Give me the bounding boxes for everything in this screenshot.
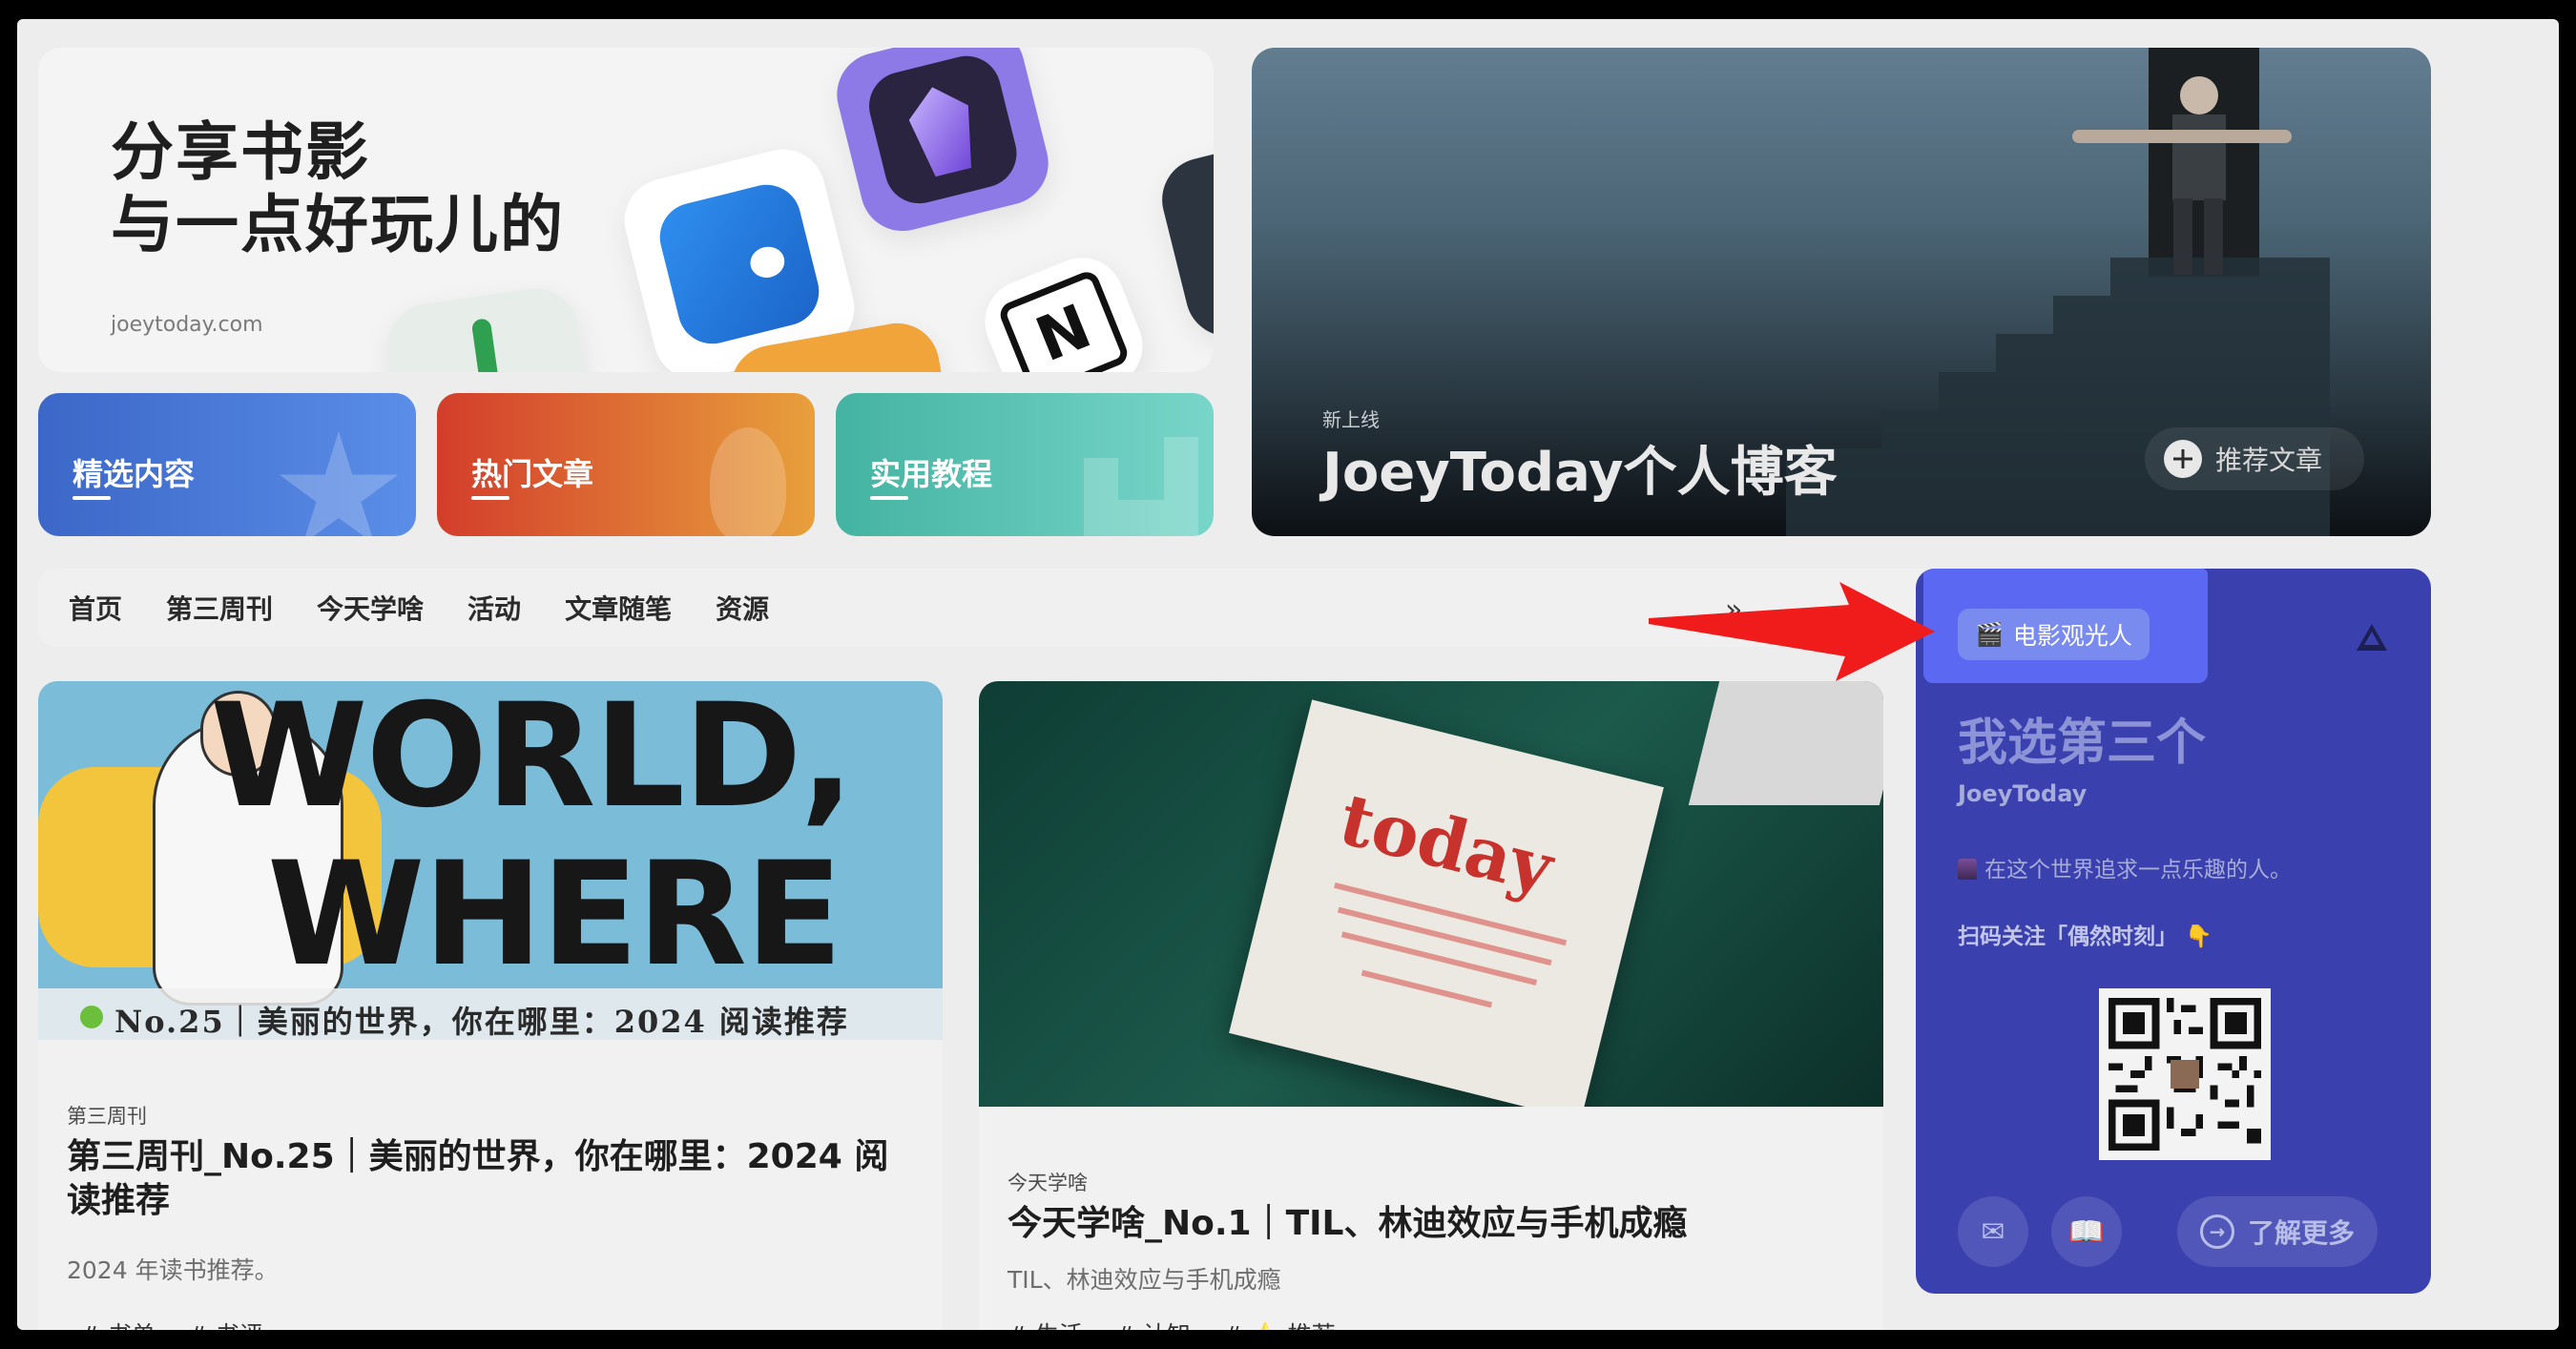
green-dot-icon <box>80 1006 103 1028</box>
category-label: 实用教程 <box>870 456 993 492</box>
featured-title[interactable]: JoeyToday个人博客 <box>1322 429 1838 507</box>
app-tile-notion-icon: N <box>972 245 1155 372</box>
profile-panel: 🎬 电影观光人 我选第三个 JoeyToday 在这个世界追求一点乐趣的人。 扫… <box>1916 569 2431 1294</box>
category-underline <box>870 496 908 500</box>
tool-icon <box>1084 437 1198 536</box>
nav-item-home[interactable]: 首页 <box>69 589 122 627</box>
featured-post-card[interactable]: 新上线 JoeyToday个人博客 推荐文章 <box>1252 48 2431 536</box>
profile-heading: 我选第三个 <box>1958 715 2207 772</box>
profile-follow: 扫码关注「偶然时刻」 👇 <box>1958 918 2212 950</box>
category-label: 热门文章 <box>471 456 594 492</box>
pointing-down-icon: 👇 <box>2185 924 2212 949</box>
category-card-tutorial[interactable]: 实用教程 <box>836 393 1214 536</box>
article-card[interactable]: today 今天学啥 今天学啥_No.1｜TIL、林迪效应与手机成瘾 TIL、林… <box>979 681 1883 1330</box>
category-underline <box>471 496 509 500</box>
email-button[interactable]: ✉ <box>1958 1196 2028 1267</box>
warning-icon[interactable] <box>2357 624 2387 651</box>
nav-item-essays[interactable]: 文章随笔 <box>565 589 672 627</box>
recommend-button-label: 推荐文章 <box>2215 445 2323 476</box>
article-card[interactable]: WORLD, WHERE No.25｜美丽的世界，你在哪里：2024 阅读推荐 … <box>38 681 943 1330</box>
article-tags: # 生活 # 认知 # ⭐ 推荐 <box>1008 1317 1336 1330</box>
learn-more-button[interactable]: → 了解更多 <box>2177 1196 2379 1267</box>
cover-headline-1: WORLD, <box>210 681 855 840</box>
learn-more-label: 了解更多 <box>2248 1217 2356 1249</box>
nav-items: 首页 第三周刊 今天学啥 活动 文章随笔 资源 <box>69 569 769 647</box>
article-cover-image: today <box>979 681 1883 1107</box>
star-icon <box>279 431 399 536</box>
brand-title-line-2: 与一点好玩儿的 <box>111 188 565 261</box>
app-tile-dark-icon <box>1153 141 1214 345</box>
cover-headline-2: WHERE <box>267 832 842 998</box>
profile-actions: ✉ 📖 → 了解更多 <box>1958 1196 2379 1267</box>
clapper-icon: 🎬 <box>1975 621 2004 648</box>
plus-icon <box>2164 440 2202 478</box>
profile-badge[interactable]: 🎬 电影观光人 <box>1958 609 2150 660</box>
book-button[interactable]: 📖 <box>2051 1196 2122 1267</box>
nav-item-resources[interactable]: 资源 <box>716 589 769 627</box>
article-tags: # 书单 # 书评 <box>80 1317 263 1330</box>
cover-caption: No.25｜美丽的世界，你在哪里：2024 阅读推荐 <box>114 1004 849 1040</box>
article-tag[interactable]: # 生活 <box>1008 1317 1083 1330</box>
flame-icon <box>710 427 786 536</box>
article-cover-image: WORLD, WHERE No.25｜美丽的世界，你在哪里：2024 阅读推荐 <box>38 681 943 1040</box>
app-tile-obsidian-icon <box>827 48 1058 240</box>
person-icon <box>1958 859 1977 880</box>
article-tag[interactable]: # 认知 <box>1115 1317 1191 1330</box>
category-card-featured[interactable]: 精选内容 <box>38 393 416 536</box>
nav-item-weekly[interactable]: 第三周刊 <box>166 589 273 627</box>
nav-item-events[interactable]: 活动 <box>467 589 521 627</box>
profile-bio-text: 在这个世界追求一点乐趣的人。 <box>1984 858 2292 882</box>
category-underline <box>73 496 111 500</box>
featured-eyebrow: 新上线 <box>1322 408 1380 431</box>
article-excerpt: TIL、林迪效应与手机成瘾 <box>1008 1266 1281 1294</box>
article-tag[interactable]: # 书评 <box>188 1317 263 1330</box>
mail-icon: ✉ <box>1981 1214 2005 1249</box>
app-tile-music-icon <box>383 282 591 372</box>
article-title[interactable]: 第三周刊_No.25｜美丽的世界，你在哪里：2024 阅读推荐 <box>67 1135 906 1223</box>
article-category[interactable]: 第三周刊 <box>67 1101 147 1130</box>
category-label: 精选内容 <box>73 456 196 492</box>
brand-title-line-1: 分享书影 <box>111 115 370 189</box>
annotation-arrow-icon <box>1649 582 1935 681</box>
arrow-right-circle-icon: → <box>2200 1214 2234 1249</box>
article-tag[interactable]: # 书单 <box>80 1317 156 1330</box>
book-icon: 📖 <box>2068 1214 2105 1249</box>
category-card-popular[interactable]: 热门文章 <box>437 393 815 536</box>
profile-badge-label: 电影观光人 <box>2012 622 2132 650</box>
brand-domain: joeytoday.com <box>111 313 263 337</box>
nav-item-til[interactable]: 今天学啥 <box>317 589 424 627</box>
browser-viewport: N 分享书影 与一点好玩儿的 joeytoday.com 精选内容 热门文章 实… <box>17 19 2559 1330</box>
brand-title: 分享书影 与一点好玩儿的 <box>111 116 565 261</box>
article-title[interactable]: 今天学啥_No.1｜TIL、林迪效应与手机成瘾 <box>1008 1202 1847 1246</box>
article-category[interactable]: 今天学啥 <box>1008 1168 1088 1196</box>
profile-bio: 在这个世界追求一点乐趣的人。 <box>1958 851 2292 883</box>
article-excerpt: 2024 年读书推荐。 <box>67 1256 279 1284</box>
recommend-articles-button[interactable]: 推荐文章 <box>2145 427 2364 490</box>
profile-name: JoeyToday <box>1958 780 2088 807</box>
qr-code <box>2099 988 2271 1160</box>
profile-follow-text: 扫码关注「偶然时刻」 <box>1958 924 2177 949</box>
article-tag[interactable]: # ⭐ 推荐 <box>1223 1317 1336 1330</box>
brand-banner[interactable]: N 分享书影 与一点好玩儿的 joeytoday.com <box>38 48 1214 372</box>
